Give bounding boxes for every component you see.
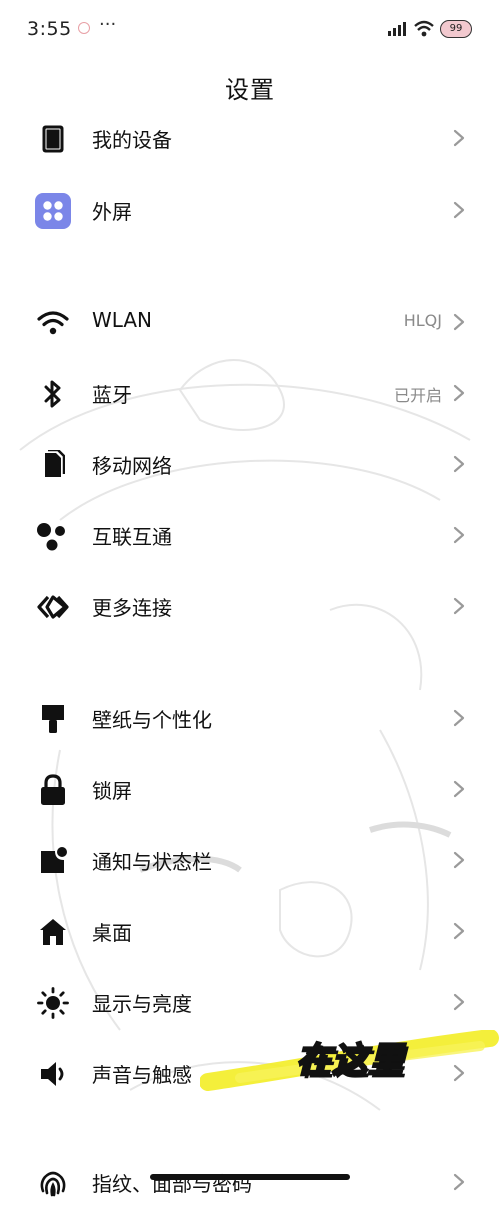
status-time: 3:55 (27, 18, 72, 40)
settings-row-7[interactable]: 更多连接 (0, 576, 500, 636)
settings-row-label: 锁屏 (92, 779, 132, 803)
notification-icon (34, 842, 72, 880)
chevron-right-icon (452, 779, 466, 799)
chevron-right-icon (452, 708, 466, 728)
brightness-icon (34, 984, 72, 1022)
sim-card-icon (34, 446, 72, 484)
settings-row-label: 桌面 (92, 921, 132, 945)
settings-row-label: 声音与触感 (92, 1063, 192, 1087)
settings-row-label: 更多连接 (92, 596, 172, 620)
page-title: 设置 (225, 76, 275, 104)
chevron-right-icon (452, 200, 466, 220)
settings-row-6[interactable]: 互联互通 (0, 505, 500, 565)
settings-row-5[interactable]: 移动网络 (0, 434, 500, 494)
more-notifications-indicator: ··· (99, 14, 117, 35)
chevron-right-icon (452, 525, 466, 545)
chevron-right-icon (452, 454, 466, 474)
notification-dot-icon (78, 22, 90, 34)
settings-row-12[interactable]: 显示与亮度 (0, 972, 500, 1032)
bluetooth-icon (34, 375, 72, 413)
chevron-right-icon (452, 596, 466, 616)
settings-row-8[interactable]: 壁纸与个性化 (0, 688, 500, 748)
chevron-right-icon (452, 383, 466, 403)
home-icon (34, 913, 72, 951)
settings-row-label: 蓝牙 (92, 383, 132, 407)
settings-row-label: 显示与亮度 (92, 992, 192, 1016)
lock-icon (34, 771, 72, 809)
settings-row-value: 已开启 (393, 386, 442, 405)
chevron-right-icon (452, 312, 466, 332)
chevron-right-icon (452, 992, 466, 1012)
wifi-icon (34, 304, 72, 342)
settings-row-label: 外屏 (92, 200, 132, 224)
settings-row-label: 我的设备 (92, 128, 172, 152)
settings-row-label: 指纹、面部与密码 (92, 1172, 252, 1196)
settings-row-label: 移动网络 (92, 454, 172, 478)
paint-brush-icon (34, 700, 72, 738)
battery-indicator: 99 (440, 20, 472, 38)
settings-row-9[interactable]: 锁屏 (0, 759, 500, 819)
outer-screen-icon (34, 192, 72, 230)
tablet-icon (34, 120, 72, 158)
settings-row-4[interactable]: 蓝牙 已开启 (0, 363, 500, 423)
status-bar: 3:55 ··· 99 (0, 0, 500, 62)
chevron-right-icon (452, 921, 466, 941)
settings-row-11[interactable]: 桌面 (0, 901, 500, 961)
settings-row-14[interactable]: 指纹、面部与密码 (0, 1152, 500, 1212)
settings-row-1[interactable]: 我的设备 (0, 108, 500, 168)
settings-row-label: WLAN (92, 308, 153, 332)
home-indicator[interactable] (150, 1174, 350, 1180)
fingerprint-icon (34, 1164, 72, 1202)
more-connections-icon (34, 588, 72, 626)
settings-row-label: 壁纸与个性化 (92, 708, 212, 732)
settings-row-2[interactable]: 外屏 (0, 180, 500, 240)
chevron-right-icon (452, 1063, 466, 1083)
settings-row-10[interactable]: 通知与状态栏 (0, 830, 500, 890)
settings-row-label: 互联互通 (92, 525, 172, 549)
chevron-right-icon (452, 1172, 466, 1192)
signal-icon (388, 22, 406, 36)
chevron-right-icon (452, 128, 466, 148)
settings-row-13[interactable]: 声音与触感 (0, 1043, 500, 1103)
chevron-right-icon (452, 850, 466, 870)
speaker-icon (34, 1055, 72, 1093)
annotation-label: 在这里 (295, 1040, 405, 1082)
settings-row-label: 通知与状态栏 (92, 850, 212, 874)
settings-row-3[interactable]: WLAN HLQJ (0, 292, 500, 352)
interconnect-icon (34, 517, 72, 555)
wifi-status-icon (414, 20, 434, 37)
settings-row-value: HLQJ (403, 311, 442, 330)
